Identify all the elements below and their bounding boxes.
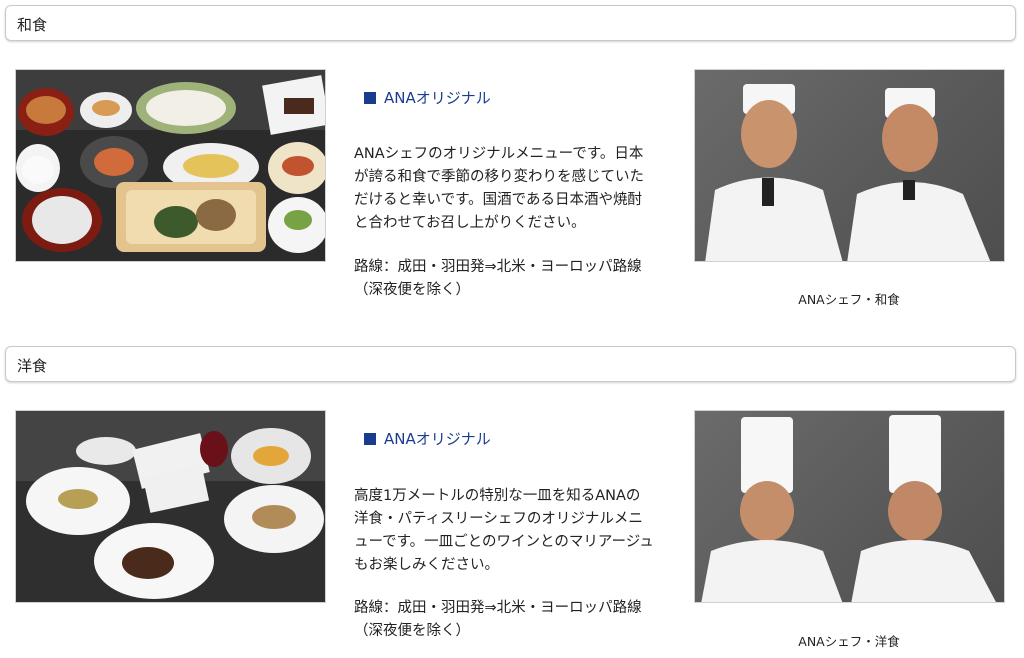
route-info: 路線：成田・羽田発⇒北米・ヨーロッパ路線 （深夜便を除く） (354, 597, 664, 643)
section-title: 和食 (17, 16, 48, 34)
route-line: 路線：成田・羽田発⇒北米・ヨーロッパ路線 (354, 259, 642, 275)
washoku-chefs-photo (694, 69, 1005, 262)
section-header-washoku[interactable]: 和食 (5, 5, 1016, 41)
route-note: （深夜便を除く） (354, 282, 470, 298)
washoku-meal-photo (15, 69, 326, 262)
yoshoku-meal-photo (15, 410, 326, 603)
route-note: （深夜便を除く） (354, 623, 470, 639)
ana-original-tag: ANAオリジナル (364, 428, 491, 449)
route-line: 路線：成田・羽田発⇒北米・ヨーロッパ路線 (354, 600, 642, 616)
tag-label: ANAオリジナル (384, 89, 491, 107)
route-info: 路線：成田・羽田発⇒北米・ヨーロッパ路線 （深夜便を除く） (354, 256, 664, 302)
menu-description: ANAシェフのオリジナルメニューです。日本が誇る和食で季節の移り変わりを感じてい… (354, 146, 644, 231)
yoshoku-chefs-photo (694, 410, 1005, 603)
ana-original-tag: ANAオリジナル (364, 87, 491, 108)
blue-square-icon (364, 433, 376, 445)
chef-caption: ANAシェフ・和食 (798, 292, 900, 307)
section-title: 洋食 (17, 357, 48, 375)
section-header-yoshoku[interactable]: 洋食 (5, 346, 1016, 382)
chef-caption: ANAシェフ・洋食 (798, 634, 900, 649)
menu-description: 高度1万メートルの特別な一皿を知るANAの洋食・パティスリーシェフのオリジナルメ… (354, 488, 654, 573)
blue-square-icon (364, 92, 376, 104)
tag-label: ANAオリジナル (384, 430, 491, 448)
